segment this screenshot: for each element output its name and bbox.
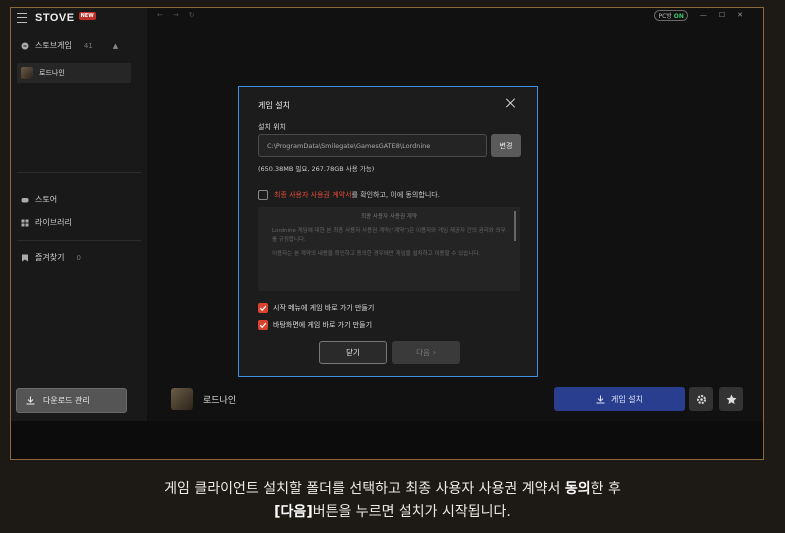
caption-line-2: [다음]버튼을 누르면 설치가 시작됩니다.: [0, 501, 785, 524]
download-icon: [596, 395, 605, 403]
caption-text: 한 후: [590, 481, 621, 497]
sidebar-item-library[interactable]: 라이브러리: [21, 217, 72, 228]
sidebar-item-lordnine[interactable]: 로드나인: [17, 63, 131, 83]
window-controls: PC방 ON — ☐ ✕: [654, 9, 763, 21]
pc-cafe-label: PC방: [658, 12, 672, 20]
dialog-title: 게임 설치: [258, 101, 290, 110]
sidebar-section-stove-games[interactable]: 스토브게임 41 ▲: [21, 40, 118, 51]
launcher-window: STOVE NEW 스토브게임 41 ▲ 로드나인 스토어 라이브러리 즐겨찾기…: [10, 7, 764, 460]
install-location-label: 설치 위치: [258, 123, 286, 131]
content-strip: [11, 421, 763, 459]
eula-agree-rest: 를 확인하고, 이에 동의합니다.: [351, 191, 440, 199]
caption-text: 버튼을 누르면 설치가 시작됩니다.: [312, 504, 511, 520]
divider: [17, 172, 141, 173]
eula-title: 최종 사용자 사용권 계약: [361, 214, 417, 220]
eula-link[interactable]: 최종 사용자 사용권 계약서: [274, 191, 352, 199]
close-window-icon[interactable]: ✕: [737, 11, 743, 19]
install-game-button[interactable]: 게임 설치: [554, 387, 685, 411]
caption-emphasis: [다음]: [274, 504, 313, 520]
forward-icon[interactable]: →: [173, 11, 179, 19]
eula-text-box[interactable]: 최종 사용자 사용권 계약 Lordnine 게임에 대한 본 최종 사용자 사…: [258, 207, 520, 291]
favorite-button[interactable]: [719, 387, 743, 411]
pc-cafe-toggle[interactable]: PC방 ON: [654, 9, 688, 21]
eula-agree-checkbox[interactable]: 최종 사용자 사용권 계약서를 확인하고, 이에 동의합니다.: [258, 190, 440, 200]
divider: [17, 240, 141, 241]
desktop-shortcut-checkbox[interactable]: 바탕화면에 게임 바로 가기 만들기: [258, 320, 372, 330]
sidebar-item-label: 스토어: [35, 195, 58, 204]
eula-agree-text: 최종 사용자 사용권 계약서를 확인하고, 이에 동의합니다.: [274, 190, 440, 200]
refresh-icon[interactable]: ↻: [189, 11, 195, 19]
install-dialog: 게임 설치 설치 위치 변경 (650.38MB 필요, 267.78GB 사용…: [238, 86, 538, 377]
game-name: 로드나인: [203, 395, 237, 406]
download-icon: [26, 396, 35, 405]
bookmark-icon: [22, 254, 28, 261]
settings-button[interactable]: [689, 387, 713, 411]
logo-row: STOVE NEW: [17, 12, 96, 24]
checkbox-icon: [258, 190, 268, 200]
chevron-right-icon: ›: [432, 348, 436, 357]
sidebar-item-favorites[interactable]: 즐겨찾기 0: [21, 252, 81, 263]
sidebar-item-label: 로드나인: [39, 69, 65, 77]
install-path-input[interactable]: [258, 134, 487, 157]
back-icon[interactable]: ←: [157, 11, 163, 19]
stove-games-icon: [21, 42, 29, 49]
checkmark-icon: [258, 303, 268, 313]
favorites-count: 0: [76, 253, 81, 262]
sidebar-item-store[interactable]: 스토어: [21, 194, 57, 205]
eula-scrollbar[interactable]: [514, 211, 516, 241]
close-icon[interactable]: [505, 97, 517, 109]
minimize-icon[interactable]: —: [700, 11, 707, 19]
next-button-label: 다음: [416, 348, 430, 357]
download-manager-label: 다운로드 관리: [43, 396, 90, 405]
menu-icon[interactable]: [17, 13, 27, 23]
grid-icon: [21, 219, 29, 226]
disk-space-info: (650.38MB 필요, 267.78GB 사용 가능): [258, 165, 375, 173]
game-thumbnail: [171, 388, 193, 410]
close-button[interactable]: 닫기: [319, 341, 387, 364]
topbar: ← → ↻ PC방 ON — ☐ ✕: [147, 8, 763, 22]
pc-cafe-state: ON: [673, 12, 684, 20]
eula-paragraph: Lordnine 게임에 대한 본 최종 사용자 사용권 계약(“계약”)은 이…: [272, 228, 506, 243]
next-button[interactable]: 다음 ›: [392, 341, 460, 364]
caption-emphasis: 동의: [564, 481, 591, 497]
install-game-label: 게임 설치: [611, 394, 643, 404]
checkmark-icon: [258, 320, 268, 330]
eula-paragraph: 이용자는 본 계약의 내용을 확인하고 동의한 경우에만 게임을 설치하고 이용…: [272, 251, 481, 257]
section-count: 41: [83, 41, 93, 50]
change-path-button[interactable]: 변경: [491, 134, 521, 157]
sidebar-section-label: 스토브게임: [35, 41, 72, 50]
star-icon: [726, 394, 736, 404]
gamepad-icon: [21, 197, 29, 202]
chevron-up-icon[interactable]: ▲: [113, 42, 118, 50]
instruction-caption: 게임 클라이언트 설치할 폴더를 선택하고 최종 사용자 사용권 계약서 동의한…: [0, 478, 785, 524]
desktop-shortcut-label: 바탕화면에 게임 바로 가기 만들기: [273, 321, 373, 329]
gear-icon: [696, 394, 706, 404]
sidebar: STOVE NEW 스토브게임 41 ▲ 로드나인 스토어 라이브러리 즐겨찾기…: [11, 8, 147, 459]
sidebar-item-label: 즐겨찾기: [35, 253, 65, 262]
selected-game: 로드나인: [171, 388, 236, 410]
stove-logo: STOVE: [35, 12, 75, 24]
game-thumbnail: [21, 67, 33, 79]
caption-text: 게임 클라이언트 설치할 폴더를 선택하고 최종 사용자 사용권 계약서: [164, 481, 565, 497]
new-badge: NEW: [78, 12, 96, 20]
maximize-icon[interactable]: ☐: [719, 11, 725, 19]
download-manager-button[interactable]: 다운로드 관리: [16, 388, 127, 413]
start-menu-shortcut-label: 시작 메뉴에 게임 바로 가기 만들기: [273, 304, 375, 312]
sidebar-item-label: 라이브러리: [35, 218, 72, 227]
start-menu-shortcut-checkbox[interactable]: 시작 메뉴에 게임 바로 가기 만들기: [258, 303, 374, 313]
game-action-bar: 로드나인 게임 설치: [147, 377, 763, 421]
caption-line-1: 게임 클라이언트 설치할 폴더를 선택하고 최종 사용자 사용권 계약서 동의한…: [0, 478, 785, 501]
